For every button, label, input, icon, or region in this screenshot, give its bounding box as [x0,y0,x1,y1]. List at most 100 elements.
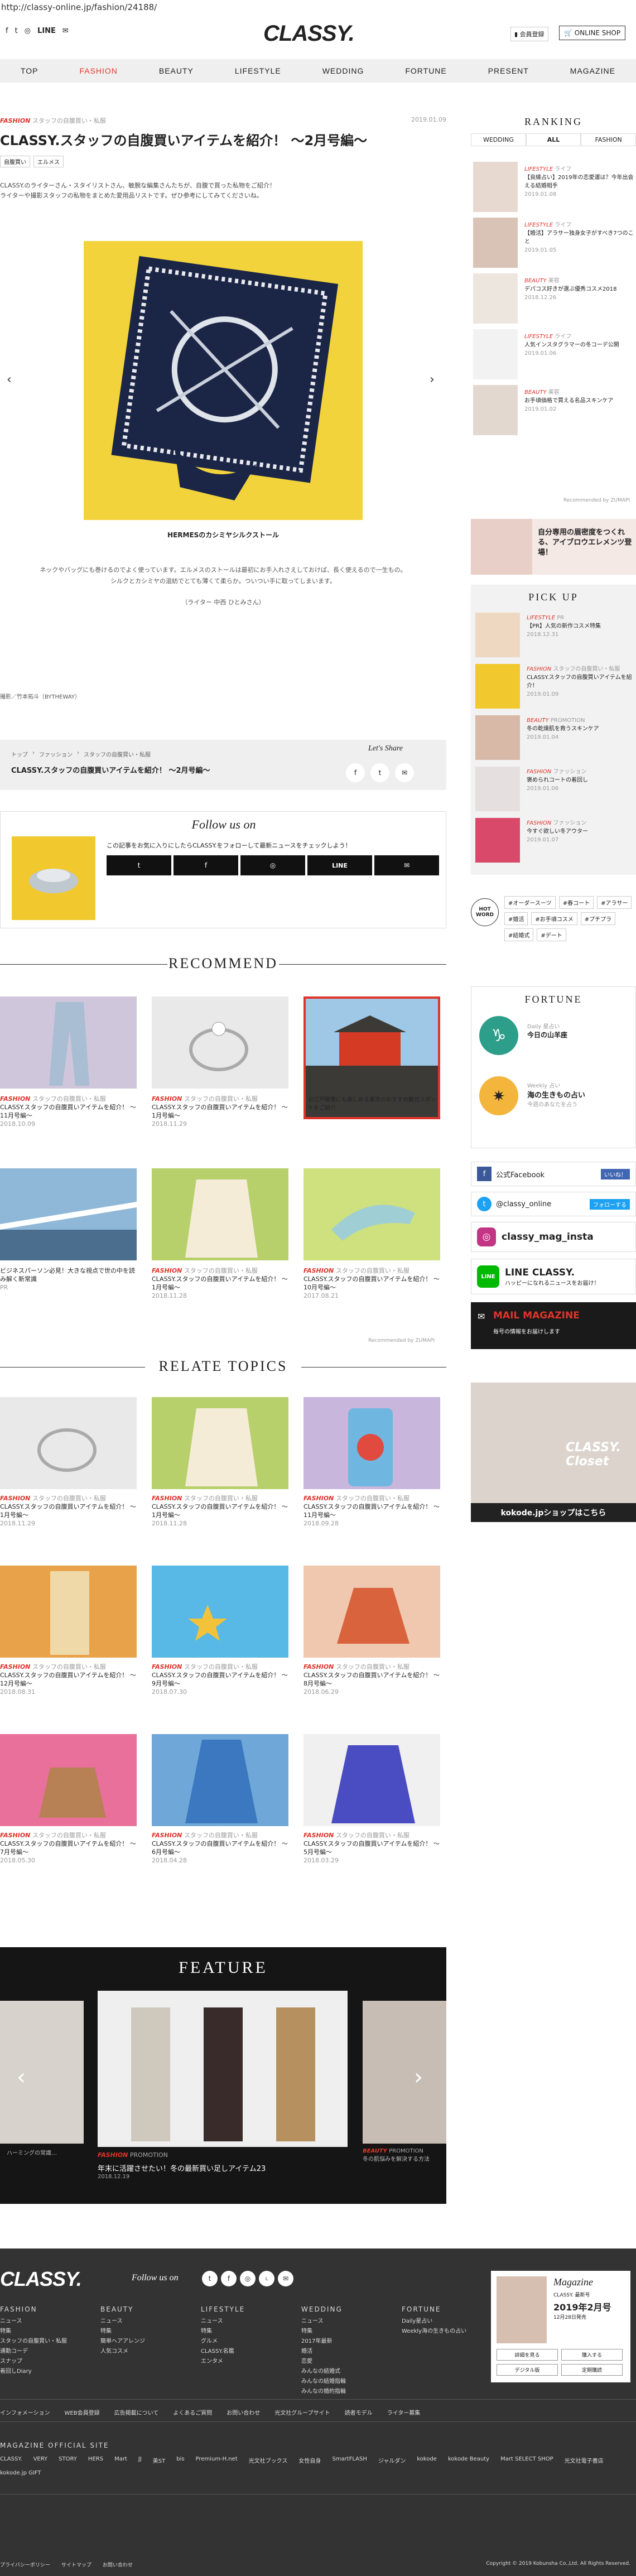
magazine-detail-button[interactable]: 詳細を見る [497,2349,558,2361]
ranking-tab-all[interactable]: ALL [526,133,581,146]
relate-card[interactable]: FASHION スタッフの自腹買い・私服 CLASSY.スタッフの自腹買いアイテム… [303,1494,440,1528]
relate-card[interactable]: FASHION スタッフの自腹買い・私服 CLASSY.スタッフの自腹買いアイテム… [303,1831,440,1865]
twitter-banner[interactable]: t @classy_online フォローする [471,1192,636,1216]
recommend-image[interactable] [303,1168,440,1260]
instagram-banner[interactable]: ◎ classy_mag_insta [471,1222,636,1252]
magazine-subscribe-button[interactable]: 定期購読 [561,2364,623,2376]
article-subcategory[interactable]: スタッフの自腹買い・私服 [32,117,106,124]
follow-instagram-button[interactable]: ◎ [240,855,305,875]
mail-magazine-banner[interactable]: MAIL MAGAZINE 毎号の情報をお届けします ✉ [471,1302,636,1349]
recommend-image[interactable] [152,996,288,1089]
article-category[interactable]: FASHION [0,117,30,124]
share-facebook-icon[interactable]: f [346,763,365,782]
recommend-card[interactable]: FASHION スタッフの自腹買い・私服 CLASSY.スタッフの自腹買いアイテム… [303,1267,440,1300]
nav-top[interactable]: TOP [21,66,38,75]
magazine-cover[interactable] [497,2276,547,2343]
relate-image[interactable] [0,1734,137,1826]
relate-image[interactable] [152,1397,288,1489]
pickup-item[interactable]: FASHION ファッション 今すぐ欲しい冬アウター 2019.01.07 [527,819,633,844]
relate-card[interactable]: FASHION スタッフの自腹買い・私服 CLASSY.スタッフの自腹買いアイテム… [0,1494,137,1528]
feature-text[interactable]: 年末に活躍させたい！冬の最新買い足しアイテム23 [98,2163,266,2173]
footer-mail-icon[interactable]: ✉ [278,2271,293,2286]
pickup-thumb[interactable] [475,767,520,811]
facebook-like-button[interactable]: いいね！ [601,1168,630,1179]
twitter-follow-button[interactable]: フォローする [590,1198,630,1210]
feature-prev-image[interactable] [0,2001,84,2144]
recommend-card-highlighted[interactable]: お江戸散策にも楽しめる東京のおすすめ観光スポットをご紹介 [308,1096,436,1113]
facebook-banner[interactable]: f 公式Facebook いいね！ [471,1162,636,1186]
online-shop-button[interactable]: 🛒 ONLINE SHOP [559,26,626,40]
relate-image[interactable] [0,1397,137,1489]
follow-line-button[interactable]: LINE [307,855,372,875]
line-link[interactable]: LINE [37,27,56,35]
recommend-card[interactable]: FASHION スタッフの自腹買い・私服 CLASSY.スタッフの自腹買いアイテム… [152,1095,288,1128]
footer-instagram-icon[interactable]: ◎ [240,2271,256,2286]
ranking-item[interactable]: LIFESTYLE ライフ 【婚活】アラサー独身女子がすべき7つのこと 2019.0… [524,221,634,254]
capricorn-icon[interactable]: ♑ [479,1016,518,1055]
nav-wedding[interactable]: WEDDING [322,66,364,75]
pickup-item[interactable]: BEAUTY PROMOTION 冬の乾燥肌を救うスキンケア 2019.01.04 [527,716,633,741]
ranking-thumb[interactable] [473,385,518,435]
pickup-thumb[interactable] [475,613,520,657]
carousel-prev-arrow[interactable]: ‹ [7,373,12,387]
feature-next-image[interactable] [363,2001,446,2144]
hot-word[interactable]: #オーダースーツ [504,896,556,909]
hot-word[interactable]: #デート [537,928,566,941]
nav-fortune[interactable]: FORTUNE [405,66,446,75]
footer-facebook-icon[interactable]: f [221,2271,237,2286]
share-twitter-icon[interactable]: t [370,763,389,782]
follow-facebook-button[interactable]: f [174,855,238,875]
ranking-item[interactable]: BEAUTY 美容 お手頃価格で買える名品スキンケア 2019.01.02 [524,388,634,413]
relate-image[interactable] [152,1734,288,1826]
pickup-item[interactable]: FASHION ファッション 褒められコートの着回し 2019.01.06 [527,768,633,793]
recommend-image[interactable] [0,1168,137,1260]
feature-prev-arrow[interactable]: ‹ [17,2064,26,2090]
relate-card[interactable]: FASHION スタッフの自腹買い・私服 CLASSY.スタッフの自腹買いアイテム… [0,1831,137,1865]
relate-image[interactable] [303,1397,440,1489]
recommend-image[interactable] [0,996,137,1089]
footer-line-icon[interactable]: L [259,2271,274,2286]
recommend-card[interactable]: ビジネスパーソン必見！大きな視点で世の中を読み解く新常識 PR [0,1267,137,1292]
nav-present[interactable]: PRESENT [488,66,529,75]
hot-word[interactable]: #アラサー [597,896,632,909]
nav-beauty[interactable]: BEAUTY [159,66,194,75]
fortune-weekly[interactable]: Weekly 占い 海の生きもの占い 今週のあなたを占う [527,1081,585,1108]
relate-image[interactable] [303,1734,440,1826]
recommend-card[interactable]: FASHION スタッフの自腹買い・私服 CLASSY.スタッフの自腹買いアイテム… [152,1267,288,1300]
relate-image[interactable] [152,1566,288,1658]
ranking-thumb[interactable] [473,273,518,324]
pickup-thumb[interactable] [475,664,520,709]
hot-word[interactable]: #結婚式 [504,928,534,941]
ranking-tab-fashion[interactable]: FASHION [581,133,636,146]
nav-lifestyle[interactable]: LIFESTYLE [235,66,281,75]
feature-image[interactable] [98,1991,348,2147]
footer-logo[interactable]: CLASSY. [0,2267,82,2291]
tag[interactable]: エルメス [33,156,64,167]
site-logo[interactable]: CLASSY. [263,21,355,46]
line-banner[interactable]: LINE LINE CLASSY. ハッピーになれるニュースをお届け！ [471,1259,636,1294]
relate-image[interactable] [303,1566,440,1658]
feature-next-arrow[interactable]: › [414,2064,423,2090]
relate-card[interactable]: FASHION スタッフの自腹買い・私服 CLASSY.スタッフの自腹買いアイテム… [0,1663,137,1696]
magazine-digital-button[interactable]: デジタル版 [497,2364,558,2376]
mypage-button[interactable]: ▮ 会員登録 [510,27,548,41]
pickup-thumb[interactable] [475,818,520,863]
tag[interactable]: 自腹買い [0,156,30,167]
pickup-thumb[interactable] [475,715,520,760]
footer-twitter-icon[interactable]: t [202,2271,218,2286]
instagram-icon[interactable]: ◎ [25,27,31,35]
nav-fashion[interactable]: FASHION [79,66,117,75]
fortune-daily[interactable]: Daily 星占い 今日の山羊座 [527,1022,567,1039]
ranking-item[interactable]: LIFESTYLE ライフ 人気インスタグラマーの冬コーデ公開 2019.01.06 [524,333,634,358]
relate-card[interactable]: FASHION スタッフの自腹買い・私服 CLASSY.スタッフの自腹買いアイテム… [152,1831,288,1865]
mail-icon[interactable]: ✉ [62,27,69,35]
share-line-icon[interactable]: ✉ [395,763,414,782]
ranking-item[interactable]: BEAUTY 美容 デパコス好きが選ぶ優秀コスメ2018 2018.12.26 [524,277,634,302]
carousel-next-arrow[interactable]: › [430,373,435,387]
nav-magazine[interactable]: MAGAZINE [570,66,615,75]
hot-word[interactable]: #婚活 [504,912,528,925]
recommend-card[interactable]: FASHION スタッフの自腹買い・私服 CLASSY.スタッフの自腹買いアイテム… [0,1095,137,1128]
relate-card[interactable]: FASHION スタッフの自腹買い・私服 CLASSY.スタッフの自腹買いアイテム… [152,1494,288,1528]
relate-card[interactable]: FASHION スタッフの自腹買い・私服 CLASSY.スタッフの自腹買いアイテム… [152,1663,288,1696]
ranking-item[interactable]: LIFESTYLE ライフ 【良縁占い】2019年の恋愛運は？今年出会える結婚相手… [524,165,634,199]
